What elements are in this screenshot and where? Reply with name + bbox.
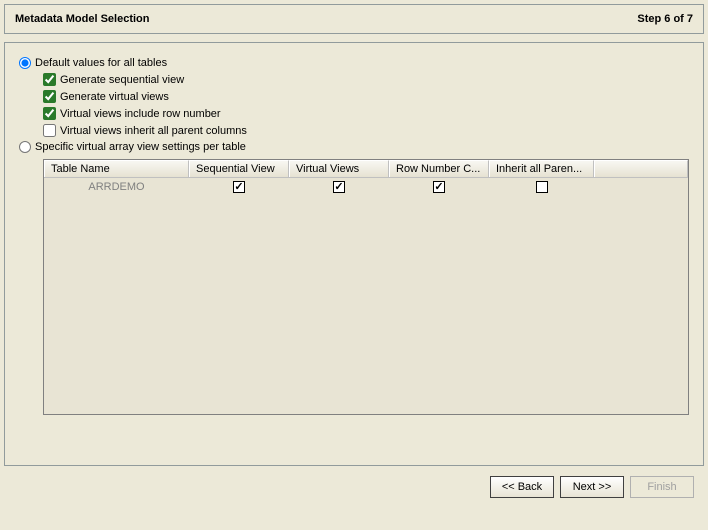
main-panel: Default values for all tables Generate s… — [4, 42, 704, 466]
specific-settings-label: Specific virtual array view settings per… — [35, 141, 246, 153]
cell-table-name: ARRDEMO — [44, 178, 189, 196]
specific-settings-radio[interactable] — [19, 141, 31, 153]
cell-rownum-checkbox[interactable] — [433, 181, 445, 193]
generate-sequential-checkbox[interactable] — [43, 73, 56, 86]
col-virtual-views[interactable]: Virtual Views — [289, 160, 389, 177]
virtual-inherit-label: Virtual views inherit all parent columns — [60, 125, 247, 137]
default-values-label: Default values for all tables — [35, 57, 167, 69]
cell-spacer — [594, 178, 688, 196]
page-title: Metadata Model Selection — [15, 13, 149, 25]
virtual-rownum-checkbox[interactable] — [43, 107, 56, 120]
generate-virtual-checkbox[interactable] — [43, 90, 56, 103]
virtual-inherit-checkbox[interactable] — [43, 124, 56, 137]
virtual-rownum-label: Virtual views include row number — [60, 108, 221, 120]
step-indicator: Step 6 of 7 — [637, 13, 693, 25]
cell-inherit-checkbox[interactable] — [536, 181, 548, 193]
cell-sequential-checkbox[interactable] — [233, 181, 245, 193]
table-header-row: Table Name Sequential View Virtual Views… — [44, 160, 688, 178]
generate-virtual-label: Generate virtual views — [60, 91, 169, 103]
wizard-footer: << Back Next >> Finish — [4, 466, 704, 498]
wizard-header: Metadata Model Selection Step 6 of 7 — [4, 4, 704, 34]
default-values-radio[interactable] — [19, 57, 31, 69]
col-row-number[interactable]: Row Number C... — [389, 160, 489, 177]
col-table-name[interactable]: Table Name — [44, 160, 189, 177]
generate-sequential-label: Generate sequential view — [60, 74, 184, 86]
col-inherit-parent[interactable]: Inherit all Paren... — [489, 160, 594, 177]
table-row[interactable]: ARRDEMO — [44, 178, 688, 196]
next-button[interactable]: Next >> — [560, 476, 624, 498]
settings-table: Table Name Sequential View Virtual Views… — [43, 159, 689, 415]
back-button[interactable]: << Back — [490, 476, 554, 498]
col-sequential-view[interactable]: Sequential View — [189, 160, 289, 177]
col-spacer — [594, 160, 688, 177]
finish-button: Finish — [630, 476, 694, 498]
cell-virtual-checkbox[interactable] — [333, 181, 345, 193]
